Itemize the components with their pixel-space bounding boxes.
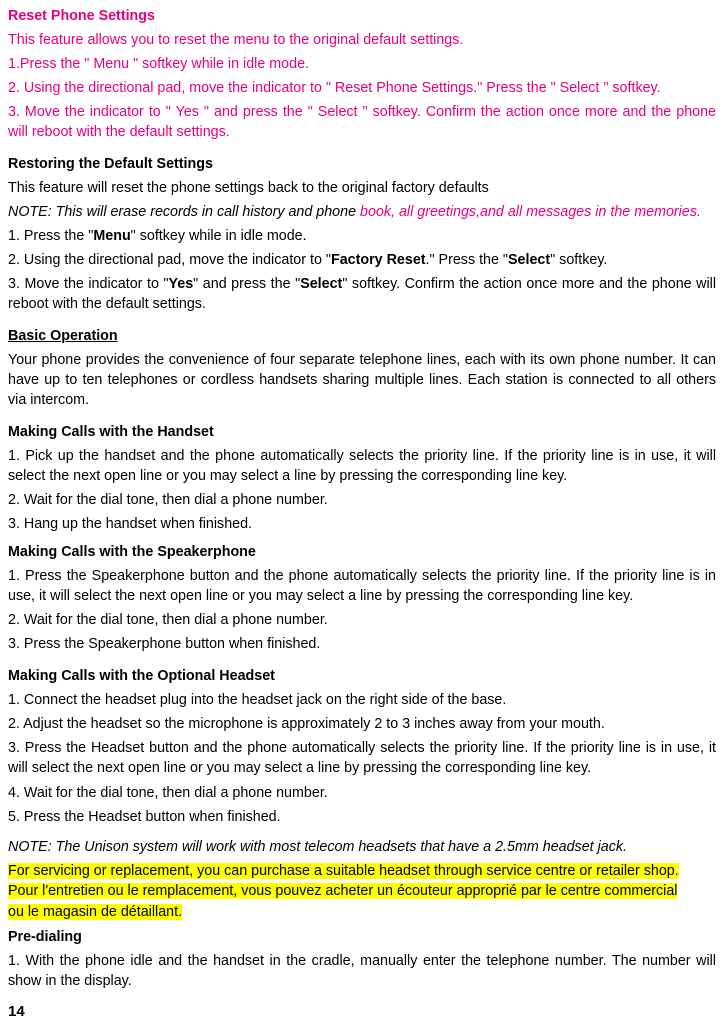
speaker-step-2: 2. Wait for the dial tone, then dial a p… [8, 610, 716, 630]
restore-step-1: 1. Press the "Menu" softkey while in idl… [8, 226, 716, 246]
reset-step-2: 2. Using the directional pad, move the i… [8, 78, 716, 98]
restore-note-magenta: book, all greetings,and all messages in … [360, 204, 701, 220]
highlight-line-3: ou le magasin de détaillant. [8, 904, 182, 920]
text: " and press the " [193, 276, 300, 292]
reset-step-1: 1.Press the " Menu " softkey while in id… [8, 54, 716, 74]
handset-title: Making Calls with the Handset [8, 422, 716, 442]
headset-step-4: 4. Wait for the dial tone, then dial a p… [8, 783, 716, 803]
highlight-line-1: For servicing or replacement, you can pu… [8, 863, 679, 879]
text: 1. Press the " [8, 228, 93, 244]
restore-title: Restoring the Default Settings [8, 154, 716, 174]
handset-step-1: 1. Pick up the handset and the phone aut… [8, 446, 716, 486]
speaker-step-1: 1. Press the Speakerphone button and the… [8, 566, 716, 606]
headset-title: Making Calls with the Optional Headset [8, 666, 716, 686]
text: ." Press the " [426, 252, 508, 268]
handset-step-3: 3. Hang up the handset when finished. [8, 514, 716, 534]
basic-operation-title: Basic Operation [8, 326, 716, 346]
restore-note: NOTE: This will erase records in call hi… [8, 202, 716, 222]
reset-title: Reset Phone Settings [8, 6, 716, 26]
headset-step-3: 3. Press the Headset button and the phon… [8, 738, 716, 778]
text: 3. Move the indicator to " [8, 276, 169, 292]
highlight-line-2: Pour l'entretien ou le remplacement, vou… [8, 883, 677, 899]
restore-step-3: 3. Move the indicator to "Yes" and press… [8, 274, 716, 314]
text: " softkey. [550, 252, 607, 268]
text: " softkey while in idle mode. [131, 228, 307, 244]
predial-title: Pre-dialing [8, 927, 716, 947]
text-select: Select [300, 276, 342, 292]
text-menu: Menu [93, 228, 130, 244]
restore-note-prefix: NOTE: This will erase records in call hi… [8, 204, 360, 220]
headset-highlight: For servicing or replacement, you can pu… [8, 861, 716, 923]
restore-intro: This feature will reset the phone settin… [8, 178, 716, 198]
basic-operation-body: Your phone provides the convenience of f… [8, 350, 716, 410]
headset-step-5: 5. Press the Headset button when finishe… [8, 807, 716, 827]
speaker-title: Making Calls with the Speakerphone [8, 542, 716, 562]
headset-note: NOTE: The Unison system will work with m… [8, 837, 716, 857]
handset-step-2: 2. Wait for the dial tone, then dial a p… [8, 490, 716, 510]
text-yes: Yes [169, 276, 194, 292]
reset-step-3: 3. Move the indicator to " Yes " and pre… [8, 102, 716, 142]
headset-step-2: 2. Adjust the headset so the microphone … [8, 714, 716, 734]
headset-step-1: 1. Connect the headset plug into the hea… [8, 690, 716, 710]
text-factory-reset: Factory Reset [331, 252, 426, 268]
predial-step-1: 1. With the phone idle and the handset i… [8, 951, 716, 991]
speaker-step-3: 3. Press the Speakerphone button when fi… [8, 634, 716, 654]
page-number: 14 [8, 1001, 716, 1022]
reset-intro: This feature allows you to reset the men… [8, 30, 716, 50]
text-select: Select [508, 252, 550, 268]
restore-step-2: 2. Using the directional pad, move the i… [8, 250, 716, 270]
text: 2. Using the directional pad, move the i… [8, 252, 331, 268]
